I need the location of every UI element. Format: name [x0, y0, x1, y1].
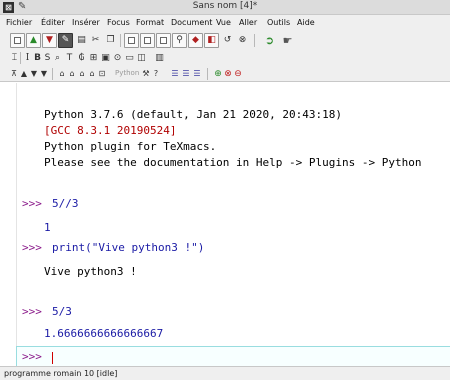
edit-icon[interactable]: ✎: [58, 33, 73, 48]
menu-fichier[interactable]: Fichier: [6, 18, 32, 27]
link-icon[interactable]: ⊙: [112, 51, 123, 65]
text-icon[interactable]: T: [64, 51, 75, 65]
output-line: 1: [44, 221, 51, 234]
menu-vue[interactable]: Vue: [216, 18, 231, 27]
save-icon[interactable]: ▼: [42, 33, 57, 48]
toggle-icon[interactable]: ▭: [124, 51, 135, 65]
green-circle-icon[interactable]: ⊕: [213, 67, 223, 81]
up-icon[interactable]: ▲: [19, 67, 29, 81]
title-bar: ⊠ ✎ Sans nom [4]*: [0, 0, 450, 15]
menu-aide[interactable]: Aide: [297, 18, 315, 27]
banner-line-2: [GCC 8.3.1 20190524]: [44, 124, 177, 137]
menu-bar: Fichier Éditer Insérer Focus Format Docu…: [0, 15, 450, 30]
tex-icon[interactable]: ₲: [76, 51, 87, 65]
list-icon[interactable]: ☰: [192, 67, 202, 81]
focus-toolbar: ⊼ ▲ ▼ ▼ ⌂ ⌂ ⌂ ⌂ ⊡ Python ⚒ ? ☰ ☰ ☰ ⊕ ⊗ ⊖: [0, 66, 450, 82]
menu-outils[interactable]: Outils: [267, 18, 290, 27]
status-text: programme romain 10 [idle]: [4, 369, 118, 378]
eval-icon[interactable]: ⊡: [97, 67, 107, 81]
back-icon[interactable]: ➲: [262, 33, 277, 48]
active-input-field[interactable]: [16, 346, 450, 366]
fill-icon[interactable]: ⌕: [52, 51, 63, 65]
main-toolbar: ▲ ▼ ✎ ▤ ✂ ❐ ⚲ ◆ ◧ ↺ ⊗ ➲ ☛: [0, 30, 450, 50]
prompt: >>>: [22, 241, 42, 254]
session-mode-label: Python: [115, 69, 140, 77]
window-title: Sans nom [4]*: [192, 1, 258, 11]
square-icon[interactable]: [156, 33, 171, 48]
square-icon[interactable]: [124, 33, 139, 48]
wrench-icon[interactable]: ⚒: [141, 67, 151, 81]
menu-editer[interactable]: Éditer: [41, 18, 65, 27]
align-icon[interactable]: ⊼: [9, 67, 19, 81]
input-line[interactable]: print("Vive python3 !"): [52, 241, 204, 254]
bookmark-icon[interactable]: ◆: [188, 33, 203, 48]
graphics-icon[interactable]: ◫: [136, 51, 147, 65]
menu-document[interactable]: Document: [171, 18, 212, 27]
down-icon[interactable]: ▼: [39, 67, 49, 81]
banner-line-3: Python plugin for TeXmacs.: [44, 140, 217, 153]
banner-line-1: Python 3.7.6 (default, Jan 21 2020, 20:4…: [44, 108, 343, 121]
undo-icon[interactable]: ↺: [220, 33, 235, 48]
copy-icon[interactable]: ❐: [103, 33, 118, 48]
help-icon[interactable]: ?: [151, 67, 161, 81]
menu-aller[interactable]: Aller: [239, 18, 257, 27]
output-line: 1.6666666666666667: [44, 327, 164, 340]
redo-icon[interactable]: ⊗: [235, 33, 250, 48]
prompt: >>>: [22, 305, 42, 318]
menu-format[interactable]: Format: [136, 18, 164, 27]
list-icon[interactable]: ☰: [181, 67, 191, 81]
prompt: >>>: [22, 197, 42, 210]
lock-icon[interactable]: ⌂: [57, 67, 67, 81]
banner-line-4: Please see the documentation in Help -> …: [44, 156, 422, 169]
menu-focus[interactable]: Focus: [107, 18, 130, 27]
open-icon[interactable]: ▲: [26, 33, 41, 48]
session-document[interactable]: Python 3.7.6 (default, Jan 21 2020, 20:4…: [0, 83, 450, 366]
square-icon[interactable]: [140, 33, 155, 48]
output-line: Vive python3 !: [44, 265, 137, 278]
format-toolbar: ⌶ I B S ⌕ T ₲ ⊞ ▣ ⊙ ▭ ◫ ▥: [0, 50, 450, 66]
menu-inserer[interactable]: Insérer: [72, 18, 100, 27]
list-icon[interactable]: ☰: [170, 67, 180, 81]
red-circle-icon[interactable]: ⊗: [223, 67, 233, 81]
cut-icon[interactable]: ✂: [88, 33, 103, 48]
lock-icon[interactable]: ⌂: [77, 67, 87, 81]
status-bar: programme romain 10 [idle]: [0, 366, 450, 380]
image-icon[interactable]: ▣: [100, 51, 111, 65]
cursor-icon[interactable]: ⌶: [9, 51, 20, 65]
zoom-icon[interactable]: ⚲: [172, 33, 187, 48]
input-line[interactable]: 5//3: [52, 197, 79, 210]
book-icon[interactable]: ▥: [154, 51, 165, 65]
print-icon[interactable]: ▤: [74, 33, 89, 48]
new-document-icon[interactable]: [10, 33, 25, 48]
current-prompt: >>>: [22, 350, 42, 363]
text-cursor: [52, 352, 53, 364]
red-circle-icon[interactable]: ⊖: [233, 67, 243, 81]
down-icon[interactable]: ▼: [29, 67, 39, 81]
forward-icon[interactable]: ☛: [280, 33, 295, 48]
image-icon[interactable]: ◧: [204, 33, 219, 48]
lock-icon[interactable]: ⌂: [87, 67, 97, 81]
table-icon[interactable]: ⊞: [88, 51, 99, 65]
lock-icon[interactable]: ⌂: [67, 67, 77, 81]
input-line[interactable]: 5/3: [52, 305, 72, 318]
